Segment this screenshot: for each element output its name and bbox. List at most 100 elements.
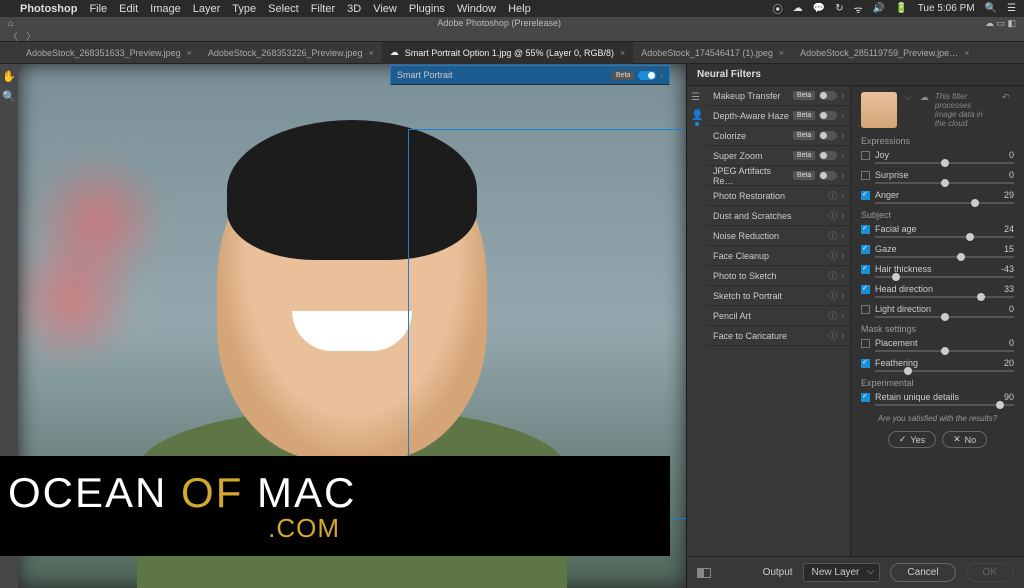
slider-checkbox[interactable] — [861, 245, 870, 254]
cc-icon[interactable]: ☁ — [793, 3, 803, 14]
chat-icon[interactable]: 💬 — [813, 3, 825, 14]
menubar-time[interactable]: Tue 5:06 PM — [918, 3, 975, 14]
feedback-yes-button[interactable]: ✓Yes — [888, 431, 936, 448]
filter-sketch-to-portrait[interactable]: Sketch to Portraitⓘ› — [707, 286, 850, 306]
slider-knob[interactable] — [957, 253, 965, 261]
slider-track[interactable] — [875, 162, 1014, 164]
menu-type[interactable]: Type — [232, 3, 256, 15]
info-icon[interactable]: ⓘ — [828, 249, 837, 262]
tab-doc-4[interactable]: AdobeStock_174546417 (1).jpeg× — [633, 42, 792, 64]
menu-edit[interactable]: Edit — [119, 3, 138, 15]
info-icon[interactable]: ⓘ — [828, 289, 837, 302]
filter-pencil-art[interactable]: Pencil Artⓘ› — [707, 306, 850, 326]
close-icon[interactable]: × — [369, 48, 374, 58]
preview-toggle-icon[interactable] — [697, 568, 711, 578]
cancel-button[interactable]: Cancel — [890, 563, 955, 582]
face-thumbnail[interactable] — [861, 92, 897, 128]
slider-checkbox[interactable] — [861, 305, 870, 314]
info-icon[interactable]: ⓘ — [828, 329, 837, 342]
menu-view[interactable]: View — [373, 3, 397, 15]
cloud-doc-icon[interactable]: ☁ — [985, 18, 994, 29]
slider-knob[interactable] — [941, 159, 949, 167]
filter-depth-aware-haze[interactable]: Depth-Aware HazeBeta› — [707, 106, 850, 126]
slider-knob[interactable] — [941, 313, 949, 321]
filter-makeup-transfer[interactable]: Makeup TransferBeta› — [707, 86, 850, 106]
hand-tool-icon[interactable]: ✋ — [3, 70, 15, 82]
search-icon[interactable]: 🔍 — [985, 3, 997, 14]
filter-toggle[interactable] — [819, 171, 837, 180]
menu-window[interactable]: Window — [457, 3, 496, 15]
control-center-icon[interactable]: ☰ — [1007, 3, 1016, 14]
slider-track[interactable] — [875, 350, 1014, 352]
filter-toggle[interactable] — [819, 131, 837, 140]
slider-track[interactable] — [875, 276, 1014, 278]
menu-select[interactable]: Select — [268, 3, 299, 15]
minimize-icon[interactable]: ▭ — [996, 18, 1005, 29]
close-icon[interactable]: × — [187, 48, 192, 58]
feedback-no-button[interactable]: ✕No — [942, 431, 987, 448]
filter-toggle[interactable] — [819, 111, 837, 120]
close-icon[interactable]: × — [779, 48, 784, 58]
ok-button[interactable]: OK — [966, 563, 1014, 582]
nav-fwd-icon[interactable]: 〉 — [26, 28, 36, 43]
info-icon[interactable]: ⓘ — [828, 309, 837, 322]
filter-jpeg-artifacts-re-[interactable]: JPEG Artifacts Re…Beta› — [707, 166, 850, 186]
battery-icon[interactable]: 🔋 — [895, 3, 907, 14]
slider-track[interactable] — [875, 296, 1014, 298]
filter-face-cleanup[interactable]: Face Cleanupⓘ› — [707, 246, 850, 266]
close-icon[interactable]: × — [620, 48, 625, 58]
slider-track[interactable] — [875, 182, 1014, 184]
wifi-icon[interactable]: ᯤ — [854, 2, 863, 16]
slider-track[interactable] — [875, 316, 1014, 318]
menu-filter[interactable]: Filter — [311, 3, 335, 15]
filter-photo-restoration[interactable]: Photo Restorationⓘ› — [707, 186, 850, 206]
slider-knob[interactable] — [971, 199, 979, 207]
info-icon[interactable]: ⓘ — [828, 229, 837, 242]
info-icon[interactable]: ⓘ — [828, 269, 837, 282]
filter-tab-portrait-icon[interactable]: 👤 — [691, 110, 703, 122]
filter-noise-reduction[interactable]: Noise Reductionⓘ› — [707, 226, 850, 246]
app-name[interactable]: Photoshop — [20, 3, 77, 15]
tab-doc-1[interactable]: AdobeStock_268351633_Preview.jpeg× — [18, 42, 200, 64]
slider-checkbox[interactable] — [861, 191, 870, 200]
slider-knob[interactable] — [941, 179, 949, 187]
info-icon[interactable]: ⓘ — [828, 189, 837, 202]
slider-checkbox[interactable] — [861, 225, 870, 234]
tab-doc-2[interactable]: AdobeStock_268353226_Preview.jpeg× — [200, 42, 382, 64]
slider-checkbox[interactable] — [861, 393, 870, 402]
slider-track[interactable] — [875, 404, 1014, 406]
slider-checkbox[interactable] — [861, 265, 870, 274]
slider-knob[interactable] — [941, 347, 949, 355]
filter-photo-to-sketch[interactable]: Photo to Sketchⓘ› — [707, 266, 850, 286]
tab-doc-3[interactable]: ☁Smart Portrait Option 1.jpg @ 55% (Laye… — [382, 42, 634, 64]
menu-plugins[interactable]: Plugins — [409, 3, 445, 15]
chevron-down-icon[interactable]: ⌵ — [905, 92, 912, 103]
slider-knob[interactable] — [904, 367, 912, 375]
slider-track[interactable] — [875, 370, 1014, 372]
reset-icon[interactable]: ↶ — [1002, 92, 1014, 104]
slider-knob[interactable] — [892, 273, 900, 281]
slider-track[interactable] — [875, 202, 1014, 204]
zoom-tool-icon[interactable]: 🔍 — [3, 90, 15, 102]
slider-checkbox[interactable] — [861, 339, 870, 348]
menu-layer[interactable]: Layer — [193, 3, 221, 15]
slider-checkbox[interactable] — [861, 359, 870, 368]
nav-back-icon[interactable]: 〈 — [8, 28, 18, 43]
slider-knob[interactable] — [966, 233, 974, 241]
slider-track[interactable] — [875, 256, 1014, 258]
slider-track[interactable] — [875, 236, 1014, 238]
menu-help[interactable]: Help — [508, 3, 531, 15]
output-select[interactable]: New Layer — [803, 563, 881, 582]
slider-knob[interactable] — [996, 401, 1004, 409]
menu-image[interactable]: Image — [150, 3, 181, 15]
filter-dust-and-scratches[interactable]: Dust and Scratchesⓘ› — [707, 206, 850, 226]
filter-tab-all-icon[interactable]: ☰ — [691, 92, 703, 104]
filter-toggle[interactable] — [819, 151, 837, 160]
filter-toggle[interactable] — [819, 91, 837, 100]
workspace-icon[interactable]: ◧ — [1007, 18, 1016, 29]
filter-colorize[interactable]: ColorizeBeta› — [707, 126, 850, 146]
filter-face-to-caricature[interactable]: Face to Caricatureⓘ› — [707, 326, 850, 346]
slider-knob[interactable] — [977, 293, 985, 301]
sync-icon[interactable]: ↻ — [835, 3, 843, 14]
volume-icon[interactable]: 🔊 — [873, 3, 885, 14]
